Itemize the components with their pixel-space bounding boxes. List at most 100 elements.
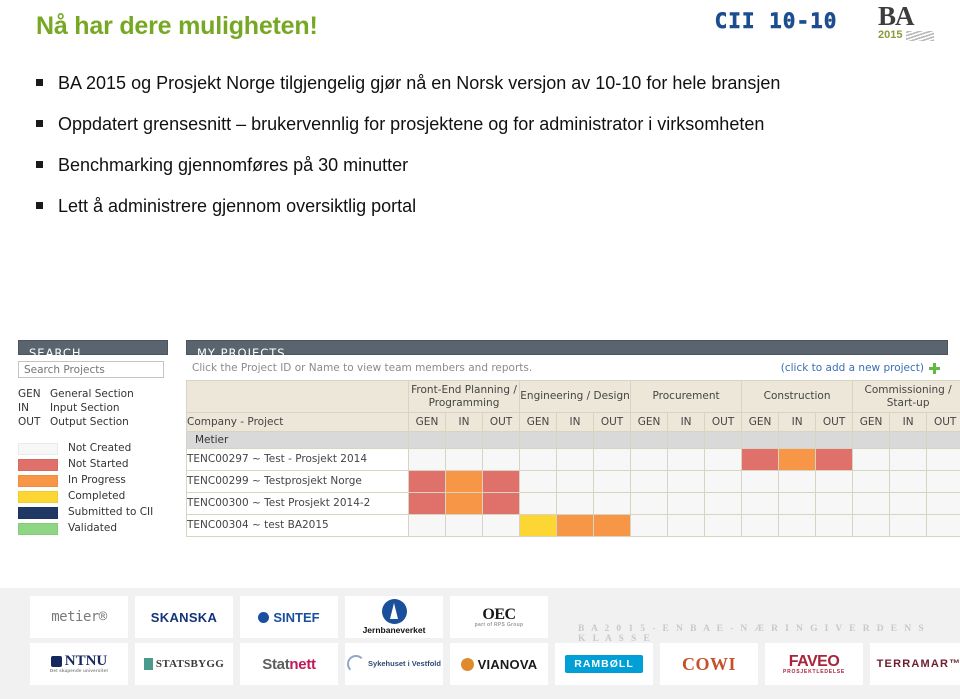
- status-cell[interactable]: [852, 514, 891, 537]
- status-cell[interactable]: [667, 514, 706, 537]
- status-cell[interactable]: [889, 448, 928, 471]
- list-item: OUT Output Section: [18, 415, 168, 429]
- status-swatch: [18, 522, 58, 535]
- status-cell[interactable]: [408, 470, 446, 493]
- status-swatch: [18, 490, 58, 503]
- project-name-cell[interactable]: TENC00300 ~ Test Prosjekt 2014-2: [186, 492, 409, 515]
- status-cell[interactable]: [667, 448, 706, 471]
- project-name-cell[interactable]: TENC00304 ~ test BA2015: [186, 514, 409, 537]
- status-cell[interactable]: [889, 492, 928, 515]
- logo-statsbygg-text: STATSBYGG: [155, 657, 225, 670]
- table-row[interactable]: TENC00299 ~ Testprosjekt Norge: [186, 470, 960, 493]
- status-cell[interactable]: [815, 470, 854, 493]
- ba-logo-name: BA: [878, 1, 915, 31]
- projects-panel-header: MY PROJECTS: [186, 340, 948, 360]
- status-cell[interactable]: [556, 514, 595, 537]
- status-cell[interactable]: [852, 492, 891, 515]
- status-cell[interactable]: [926, 492, 960, 515]
- status-swatch: [18, 474, 58, 487]
- status-cell[interactable]: [481, 514, 521, 537]
- status-cell[interactable]: [741, 448, 780, 471]
- table-row[interactable]: TENC00304 ~ test BA2015: [186, 514, 960, 537]
- status-cell[interactable]: [593, 470, 632, 493]
- status-cell[interactable]: [926, 514, 960, 537]
- search-input[interactable]: [18, 361, 164, 378]
- list-item: IN Input Section: [18, 401, 168, 415]
- subcolumn-header-row: Company - Project GEN IN OUT GEN IN OUT …: [186, 412, 960, 432]
- status-cell[interactable]: [519, 514, 558, 537]
- status-cell[interactable]: [667, 492, 706, 515]
- status-cell[interactable]: [481, 492, 521, 515]
- status-cell[interactable]: [889, 470, 928, 493]
- status-cell[interactable]: [445, 470, 483, 493]
- table-row[interactable]: TENC00300 ~ Test Prosjekt 2014-2: [186, 492, 960, 515]
- subcol-gen: GEN: [852, 412, 891, 432]
- status-cell[interactable]: [408, 514, 446, 537]
- ba-stripes-icon: [906, 31, 935, 41]
- status-color-legend: Not Created Not Started In Progress Comp…: [18, 441, 168, 536]
- status-cell[interactable]: [408, 448, 446, 471]
- status-cell[interactable]: [445, 448, 483, 471]
- list-item: Not Started: [18, 457, 168, 472]
- status-cell[interactable]: [593, 514, 632, 537]
- status-cell[interactable]: [778, 470, 817, 493]
- status-cell[interactable]: [741, 492, 780, 515]
- status-cell[interactable]: [778, 514, 817, 537]
- status-cell[interactable]: [852, 448, 891, 471]
- status-cell[interactable]: [556, 492, 595, 515]
- logo-faveo-sub: PROSJEKTLEDELSE: [782, 668, 845, 675]
- table-row[interactable]: TENC00297 ~ Test - Prosjekt 2014: [186, 448, 960, 471]
- status-cell[interactable]: [741, 514, 780, 537]
- status-cell[interactable]: [445, 492, 483, 515]
- phase-header-row: Front-End Planning / Programming Enginee…: [186, 380, 960, 413]
- application-screenshot: SEARCH GEN General Section IN Input Sect…: [18, 340, 960, 580]
- status-cell[interactable]: [815, 448, 854, 471]
- plus-icon[interactable]: [929, 362, 940, 374]
- status-cell[interactable]: [778, 448, 817, 471]
- status-cell[interactable]: [630, 448, 669, 471]
- statsbygg-mark-icon: [143, 658, 153, 670]
- status-cell[interactable]: [704, 470, 743, 493]
- status-cell[interactable]: [630, 492, 669, 515]
- logo-ntnu-sub: Det skapende universitet: [49, 668, 109, 674]
- bullet-text: Lett å administrere gjennom oversiktlig …: [58, 196, 417, 216]
- status-cell[interactable]: [704, 492, 743, 515]
- ntnu-square-icon: [50, 656, 62, 668]
- status-cell[interactable]: [852, 470, 891, 493]
- projects-table-body: Metier TENC00297 ~ Test - Prosjekt 2014 TE…: [186, 431, 960, 537]
- add-project-link[interactable]: (click to add a new project): [781, 362, 940, 374]
- search-panel: SEARCH GEN General Section IN Input Sect…: [18, 340, 168, 537]
- group-cell: [778, 431, 817, 449]
- status-cell[interactable]: [667, 470, 706, 493]
- status-cell[interactable]: [445, 514, 483, 537]
- table-group-row: Metier: [186, 431, 960, 449]
- status-cell[interactable]: [519, 470, 558, 493]
- status-cell[interactable]: [556, 448, 595, 471]
- status-cell[interactable]: [926, 448, 960, 471]
- slide-header: Nå har dere muligheten! CII 10-10 BA 201…: [0, 0, 960, 56]
- status-cell[interactable]: [741, 470, 780, 493]
- status-cell[interactable]: [519, 492, 558, 515]
- status-cell[interactable]: [556, 470, 595, 493]
- status-cell[interactable]: [481, 448, 521, 471]
- status-cell[interactable]: [778, 492, 817, 515]
- status-cell[interactable]: [519, 448, 558, 471]
- projects-hint-bar: Click the Project ID or Name to view tea…: [186, 355, 948, 380]
- logo-sykehuset-text: Sykehuset i Vestfold: [368, 659, 441, 669]
- status-cell[interactable]: [926, 470, 960, 493]
- status-cell[interactable]: [815, 514, 854, 537]
- status-cell[interactable]: [815, 492, 854, 515]
- status-cell[interactable]: [481, 470, 521, 493]
- project-name-cell[interactable]: TENC00297 ~ Test - Prosjekt 2014: [186, 448, 409, 471]
- status-cell[interactable]: [630, 470, 669, 493]
- status-cell[interactable]: [593, 448, 632, 471]
- project-name-cell[interactable]: TENC00299 ~ Testprosjekt Norge: [186, 470, 409, 493]
- status-cell[interactable]: [593, 492, 632, 515]
- logo-metier-text: metier®: [51, 609, 107, 625]
- status-cell[interactable]: [704, 514, 743, 537]
- status-cell[interactable]: [630, 514, 669, 537]
- status-cell[interactable]: [408, 492, 446, 515]
- status-cell[interactable]: [704, 448, 743, 471]
- status-swatch: [18, 442, 58, 455]
- status-cell[interactable]: [889, 514, 928, 537]
